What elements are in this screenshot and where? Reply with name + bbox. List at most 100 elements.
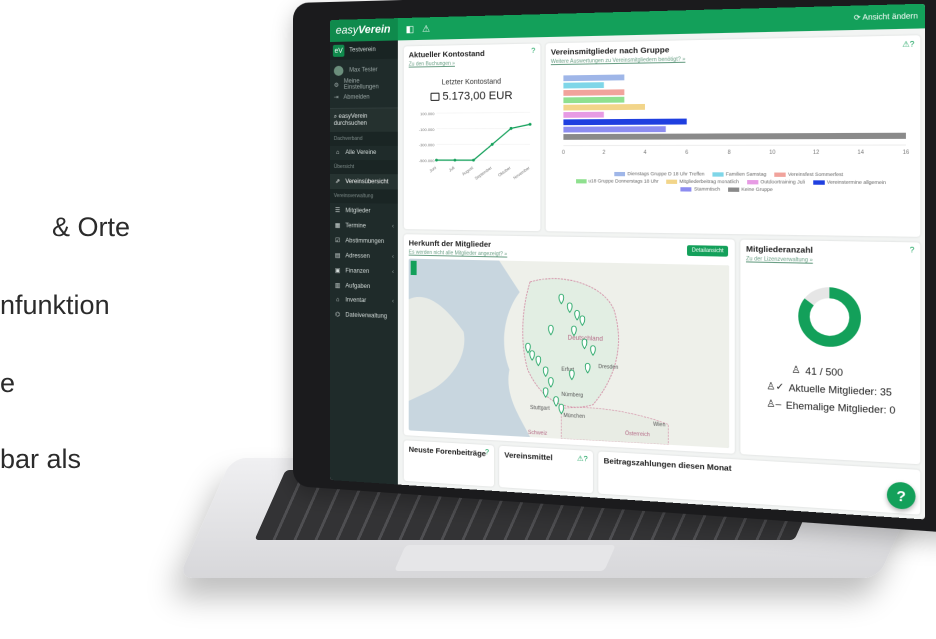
user-profile-link[interactable]: Max Tester [333, 65, 394, 76]
kontostand-point [472, 158, 475, 162]
buchungen-link[interactable]: Zu den Buchungen » [409, 59, 536, 68]
chevron-left-icon: ‹ [391, 268, 394, 276]
logo-suffix: Verein [358, 23, 391, 37]
sidebar-item-alle-vereine[interactable]: ⌂ Alle Vereine [330, 146, 398, 160]
gruppe-bar [563, 132, 906, 140]
chevron-left-icon: ‹ [391, 253, 394, 260]
x-tick-label: August [461, 164, 475, 176]
member-total-row: ♙ 41 / 500 [766, 363, 914, 381]
sidebar-item-abstimmungen[interactable]: ☑ Abstimmungen [330, 233, 398, 249]
logout-link[interactable]: ⇥ Abmelden [334, 93, 394, 101]
sidebar-item-label: Aufgaben [345, 282, 371, 290]
view-toggle-button[interactable]: ⟳ Ansicht ändern [854, 12, 918, 23]
legend-item[interactable]: Dienstags Gruppe D 18 Uhr Treffen [614, 170, 705, 177]
gruppe-bar [563, 103, 645, 111]
legend-label: Vereinstermine allgemein [826, 179, 887, 186]
map-label-muenchen: München [563, 413, 585, 421]
laptop-trackpad [394, 545, 616, 571]
sidebar-item-adressen[interactable]: ▤ Adressen ‹ [330, 248, 398, 265]
warning-help-icon[interactable]: ⚠? [577, 454, 588, 463]
settings-icon: ⚙ [333, 82, 339, 89]
bank-icon: ⌂ [335, 149, 340, 157]
my-settings-link[interactable]: ⚙ Meine Einstellungen [334, 78, 394, 91]
sidebar-item-label: Inventar [345, 297, 367, 305]
gruppe-bar [563, 126, 666, 133]
legend-swatch [727, 186, 740, 192]
kontostand-series-line [436, 124, 530, 160]
gruppe-bar [563, 111, 604, 118]
ev-logo-icon: eV [332, 44, 345, 57]
x-tick-label: Juli [448, 165, 456, 173]
laptop-screen: easy Verein ◧ ⚠ ⟳ Ansicht ändern eV Testv… [330, 3, 926, 520]
my-settings-label: Meine Einstellungen [343, 78, 379, 91]
logout-icon: ⇥ [333, 94, 339, 101]
logout-label: Abmelden [343, 94, 370, 101]
account-switcher[interactable]: eV Testverein [330, 40, 398, 60]
x-tick-label: 8 [728, 150, 731, 157]
legend-swatch [614, 171, 626, 176]
legend-item[interactable]: Familien Samstag [712, 171, 766, 177]
map-label-nuernberg: Nürnberg [561, 392, 583, 399]
warning-help-icon[interactable]: ⚠? [902, 40, 914, 49]
legend-item[interactable]: Mitgliederbeitrag monatlich [666, 178, 739, 185]
legend-swatch [712, 171, 724, 177]
member-stats: ♙ 41 / 500 ♙✓ Aktuelle Mitglieder: 35 ♙– Eh… [746, 362, 914, 417]
map-uk [408, 296, 465, 404]
legend-item[interactable]: Vereinsfest Sommerfest [774, 171, 843, 177]
view-toggle-label: Ansicht ändern [862, 12, 918, 23]
app-logo[interactable]: easy Verein [330, 18, 398, 42]
gruppe-bar [563, 118, 687, 126]
sidebar-item-label: Alle Vereine [345, 149, 377, 157]
kontostand-point [509, 126, 513, 130]
x-tick-label: 0 [562, 150, 565, 156]
map-zoom-control[interactable] [410, 260, 417, 276]
feature-text-als: bar als [0, 444, 82, 474]
kontostand-value: 5.173,00 EUR [442, 89, 513, 103]
member-former: Ehemalige Mitglieder: 0 [785, 399, 896, 416]
mitgliederanzahl-card: Mitgliederanzahl Zu der Lizenzverwaltung… [740, 239, 921, 465]
sidebar-item-vereinsuebersicht[interactable]: ⇗ Vereinsübersicht [330, 174, 398, 190]
users-icon: ☰ [335, 208, 341, 215]
x-tick-label: 16 [903, 149, 910, 156]
lizenz-link[interactable]: Zu der Lizenzverwaltung » [746, 256, 914, 266]
mitgliederanzahl-title: Mitgliederanzahl [745, 244, 813, 256]
x-axis-line [563, 145, 906, 146]
sidebar-item-label: Vereinsübersicht [345, 178, 389, 185]
warning-icon[interactable]: ⚠ [422, 23, 430, 34]
sidebar-toggle-icon[interactable]: ◧ [406, 23, 414, 34]
sidebar-item-finanzen[interactable]: ▣ Finanzen ‹ [330, 263, 398, 280]
detailansicht-button[interactable]: Detailansicht [687, 245, 729, 257]
legend-item[interactable]: Keine Gruppe [727, 186, 773, 192]
y-tick-label: -500.000 [419, 158, 436, 163]
help-circle-icon[interactable]: ? [910, 247, 915, 255]
help-circle-icon[interactable]: ? [531, 48, 535, 55]
sidebar-item-mitglieder[interactable]: ☰ Mitglieder [330, 203, 398, 219]
map-label-stuttgart: Stuttgart [530, 405, 550, 412]
legend-label: Mitgliederbeitrag monatlich [679, 178, 739, 185]
sidebar-item-dateiverwaltung[interactable]: ⌬ Dateiverwaltung [330, 307, 398, 324]
legend-label: Dienstags Gruppe D 18 Uhr Treffen [627, 170, 705, 177]
member-total: 41 / 500 [805, 365, 843, 378]
members-map[interactable]: Deutschland Erfurt Dresden Nürnberg Münc… [408, 258, 730, 449]
member-former-row: ♙– Ehemalige Mitglieder: 0 [766, 398, 914, 417]
y-tick-label: -100.000 [419, 127, 436, 132]
legend-item[interactable]: Outdoortraining Juli [746, 179, 805, 185]
kontostand-label: Letzter Kontostand [441, 78, 502, 87]
calendar-icon: ▦ [334, 223, 341, 230]
logo-prefix: easy [335, 24, 359, 37]
legend-swatch [774, 171, 786, 177]
gruppe-bar [563, 74, 625, 82]
section-dachverband: Dachverband [330, 131, 398, 146]
sidebar-item-label: Abstimmungen [345, 237, 385, 245]
legend-item[interactable]: u18 Gruppe Donnerstags 18 Uhr [575, 178, 659, 184]
help-circle-icon[interactable]: ? [485, 449, 489, 456]
legend-item[interactable]: Stammtisch [680, 186, 721, 192]
legend-label: Stammtisch [694, 186, 721, 192]
kontostand-value-row: 5.173,00 EUR [409, 89, 536, 103]
legend-item[interactable]: Vereinstermine allgemein [812, 179, 887, 186]
sidebar-search[interactable]: ⌕ easyVerein durchsuchen [330, 108, 398, 132]
sidebar-item-termine[interactable]: ▦ Termine ‹ [330, 218, 398, 234]
sidebar-item-label: Finanzen [345, 267, 370, 275]
legend-label: Vereinsfest Sommerfest [787, 171, 844, 178]
user-icon: ♙ [791, 364, 801, 376]
